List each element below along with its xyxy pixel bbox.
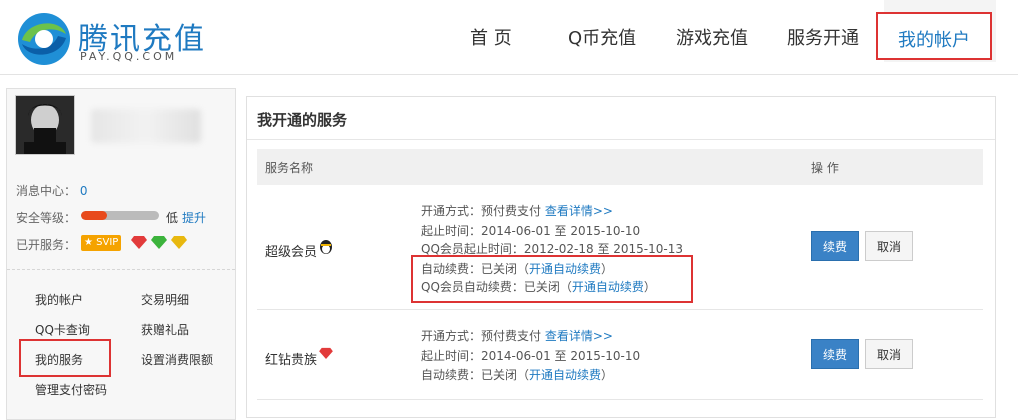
message-count[interactable]: 0 xyxy=(80,184,88,198)
menu-my-account[interactable]: 我的帐户 xyxy=(35,291,83,308)
view-details-link[interactable]: 查看详情>> xyxy=(545,329,613,343)
security-level-label: 安全等级： xyxy=(16,211,77,225)
brand-domain: PAY.QQ.COM xyxy=(80,50,178,63)
header-action: 操 作 xyxy=(811,161,839,175)
top-header: 腾讯充值 PAY.QQ.COM 首 页 Q币充值 游戏充值 服务开通 我的帐户 xyxy=(0,0,1018,75)
yellow-diamond-icon[interactable] xyxy=(171,235,187,249)
detail-text: ） xyxy=(601,368,614,382)
qq-penguin-icon xyxy=(320,240,332,254)
nav-home[interactable]: 首 页 xyxy=(470,24,512,50)
security-level-text: 低 xyxy=(166,211,179,225)
security-upgrade-link[interactable]: 提升 xyxy=(182,209,206,226)
svip-badge-text: SVIP xyxy=(96,237,119,248)
sidebar: 消息中心： 0 安全等级： 低 提升 已开服务： ★ SVIP 我的帐户 交易明… xyxy=(6,88,236,420)
row-divider xyxy=(257,309,983,310)
tenpay-logo-icon xyxy=(18,13,70,65)
service-name-super-vip: 超级会员 xyxy=(265,245,318,260)
detail-line: 起止时间：2014-06-01 至 2015-10-10 xyxy=(421,349,641,363)
red-diamond-icon xyxy=(319,347,333,359)
services-label: 已开服务： xyxy=(16,238,77,252)
title-divider xyxy=(247,139,995,140)
detail-line: 开通方式：预付费支付 查看详情>> xyxy=(421,202,613,219)
message-center: 消息中心： 0 xyxy=(16,182,87,199)
view-details-link[interactable]: 查看详情>> xyxy=(545,204,613,218)
header-service-name: 服务名称 xyxy=(265,161,314,175)
menu-spending-limit[interactable]: 设置消费限额 xyxy=(141,351,213,368)
avatar-image xyxy=(16,96,74,154)
detail-text: 开通方式：预付费支付 xyxy=(421,329,542,343)
svip-badge[interactable]: ★ SVIP xyxy=(81,235,122,251)
detail-text: 开通方式：预付费支付 xyxy=(421,204,542,218)
service-name-red-diamond: 红钻贵族 xyxy=(265,353,318,368)
security-level-fill xyxy=(81,211,107,220)
avatar[interactable] xyxy=(15,95,75,155)
nav-qcoin-recharge[interactable]: Q币充值 xyxy=(568,24,636,50)
highlight-auto-renew xyxy=(411,255,693,303)
detail-line: 开通方式：预付费支付 查看详情>> xyxy=(421,327,613,344)
security-level-bar xyxy=(81,211,159,220)
page-title: 我开通的服务 xyxy=(257,111,348,129)
nav-service-activation[interactable]: 服务开通 xyxy=(787,24,859,50)
renew-button[interactable]: 续费 xyxy=(811,339,859,369)
green-diamond-icon[interactable] xyxy=(151,235,167,249)
nav-my-account[interactable]: 我的帐户 xyxy=(876,12,992,60)
renew-button[interactable]: 续费 xyxy=(811,231,859,261)
username-blurred xyxy=(91,109,201,143)
detail-line: 自动续费：已关闭（开通自动续费） xyxy=(421,366,613,383)
cancel-button[interactable]: 取消 xyxy=(865,231,913,261)
cancel-button[interactable]: 取消 xyxy=(865,339,913,369)
menu-payment-password[interactable]: 管理支付密码 xyxy=(35,381,107,398)
menu-gifts[interactable]: 获赠礼品 xyxy=(141,321,189,338)
row-divider xyxy=(257,399,983,400)
nav-my-account-label: 我的帐户 xyxy=(898,30,970,51)
nav-game-recharge[interactable]: 游戏充值 xyxy=(676,24,748,50)
menu-qq-card-query[interactable]: QQ卡查询 xyxy=(35,321,90,338)
enable-auto-renew-link[interactable]: 开通自动续费 xyxy=(529,368,601,382)
table-header: 服务名称 操 作 xyxy=(257,149,983,185)
main-panel: 我开通的服务 服务名称 操 作 超级会员 开通方式：预付费支付 查看详情>> 起… xyxy=(246,96,996,418)
sidebar-divider xyxy=(7,269,235,270)
message-center-label: 消息中心： xyxy=(16,184,77,198)
detail-text: 自动续费：已关闭（ xyxy=(421,368,530,382)
menu-transactions[interactable]: 交易明细 xyxy=(141,291,189,308)
red-diamond-icon[interactable] xyxy=(131,235,147,249)
detail-line: 起止时间：2014-06-01 至 2015-10-10 xyxy=(421,224,641,238)
highlight-my-services xyxy=(19,339,111,377)
